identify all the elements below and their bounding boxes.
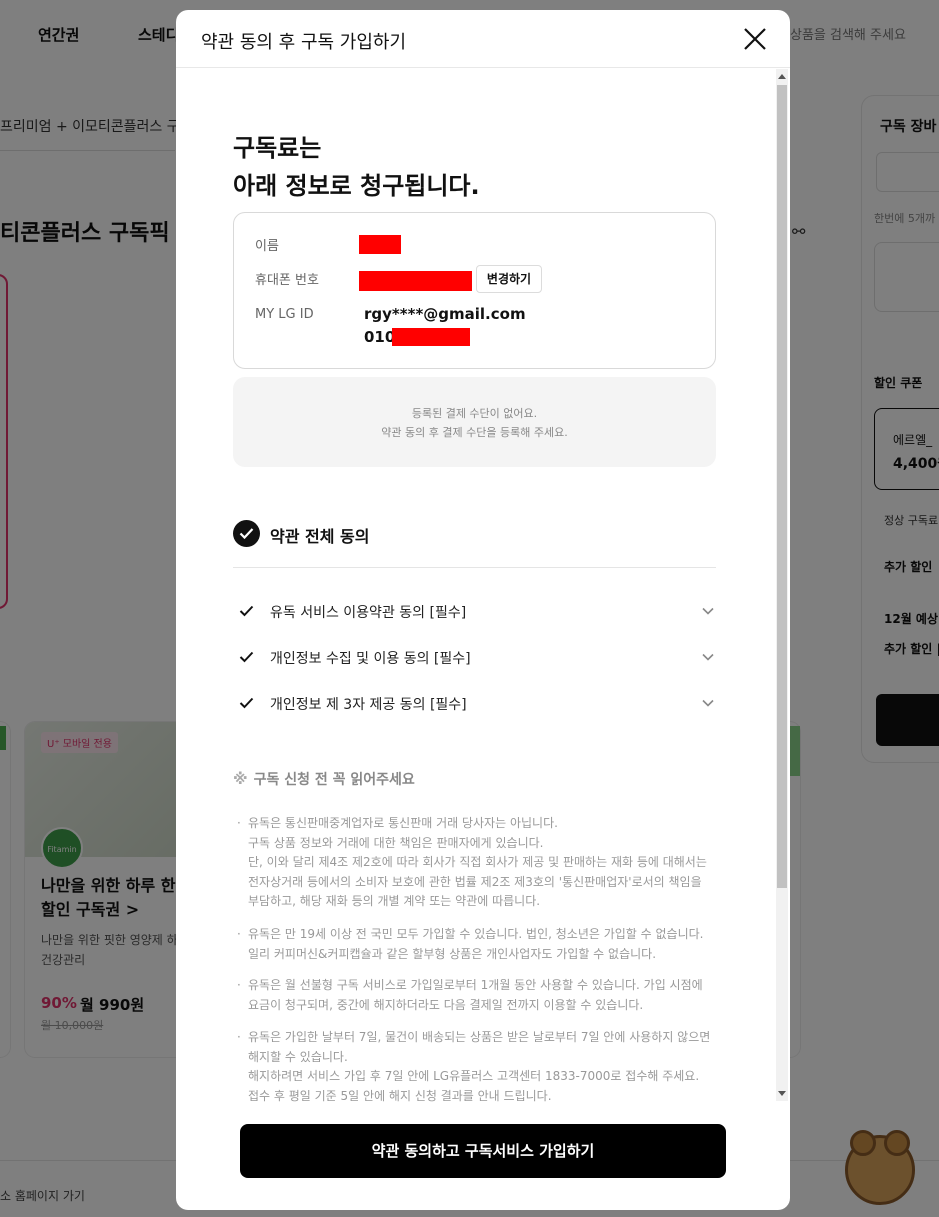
notice-line: 요금이 청구되며, 중간에 해지하더라도 다음 결제일 전까지 이용할 수 있습… — [248, 997, 644, 1012]
payment-notice-line-2: 약관 동의 후 결제 수단을 등록해 주세요. — [381, 426, 568, 439]
notice-line: 해지할 수 있습니다. — [248, 1049, 348, 1064]
bullet: · — [237, 927, 241, 941]
modal-title: 약관 동의 후 구독 가입하기 — [201, 32, 407, 53]
notice-line: 유독은 월 선불형 구독 서비스로 가입일로부터 1개월 동안 사용할 수 있습… — [248, 978, 703, 992]
payment-notice-line-1: 등록된 결제 수단이 없어요. — [411, 407, 538, 420]
notice-line: 유독은 만 19세 이상 전 국민 모두 가입할 수 있습니다. 법인, 청소년… — [248, 927, 704, 941]
notice-item: · 유독은 월 선불형 구독 서비스로 가입일로부터 1개월 동안 사용할 수 … — [237, 976, 727, 1015]
terms-label: 개인정보 수집 및 이용 동의 [필수] — [270, 651, 471, 667]
lgid-email: rgy****@gmail.com — [364, 305, 526, 323]
notice-line: 접수 후 평일 기준 5일 안에 해지 신청 결과를 안내 드립니다. — [248, 1088, 552, 1103]
name-label: 이름 — [255, 239, 279, 254]
subscription-terms-modal: 약관 동의 후 구독 가입하기 구독료는 아래 정보로 청구됩니다. 이름 휴대… — [176, 10, 790, 1210]
terms-item-privacy[interactable]: 개인정보 수집 및 이용 동의 [필수] — [233, 643, 716, 673]
notice-item: · 유독은 가입한 날부터 7일, 물건이 배송되는 상품은 받은 날로부터 7… — [237, 1028, 727, 1106]
redacted-name — [359, 235, 401, 254]
chevron-down-icon[interactable] — [702, 699, 714, 707]
terms-item-third-party[interactable]: 개인정보 제 3자 제공 동의 [필수] — [233, 689, 716, 719]
terms-label: 개인정보 제 3자 제공 동의 [필수] — [270, 697, 467, 713]
headline-line-2: 아래 정보로 청구됩니다. — [233, 172, 480, 200]
notice-item: · 유독은 통신판매중계업자로 통신판매 거래 당사자는 아닙니다. 구독 상품… — [237, 814, 727, 912]
scroll-down-icon[interactable] — [778, 1091, 786, 1096]
notice-item: · 유독은 만 19세 이상 전 국민 모두 가입할 수 있습니다. 법인, 청… — [237, 925, 727, 964]
billing-info-box: 이름 휴대폰 번호 변경하기 MY LG ID rgy****@gmail.co… — [233, 212, 716, 369]
bullet: · — [237, 978, 241, 992]
bullet: · — [237, 1030, 241, 1044]
close-icon[interactable] — [742, 26, 768, 52]
chevron-down-icon[interactable] — [702, 653, 714, 661]
modal-scrollbar[interactable] — [776, 69, 788, 1101]
divider — [233, 567, 716, 568]
notice-line: 해지하려면 서비스 가입 후 7일 안에 LG유플러스 고객센터 1833-70… — [248, 1069, 700, 1083]
notice-line: 일리 커피머신&커피캡슐과 같은 할부형 상품은 개인사업자도 가입할 수 없습… — [248, 946, 657, 961]
check-icon — [239, 605, 254, 617]
notice-line: 유독은 가입한 날부터 7일, 물건이 배송되는 상품은 받은 날로부터 7일 … — [248, 1030, 711, 1044]
modal-body: 구독료는 아래 정보로 청구됩니다. 이름 휴대폰 번호 변경하기 MY LG … — [176, 69, 790, 1109]
payment-method-notice: 등록된 결제 수단이 없어요. 약관 동의 후 결제 수단을 등록해 주세요. — [233, 377, 716, 467]
terms-label: 유독 서비스 이용약관 동의 [필수] — [270, 605, 467, 621]
lgid-phone-prefix: 010 — [364, 328, 396, 346]
notice-line: 단, 이와 달리 제4조 제2호에 따라 회사가 직접 회사가 제공 및 판매하… — [248, 855, 707, 869]
check-icon — [239, 651, 254, 663]
scroll-up-icon[interactable] — [778, 74, 786, 79]
agree-and-subscribe-button[interactable]: 약관 동의하고 구독서비스 가입하기 — [240, 1124, 726, 1178]
scroll-thumb[interactable] — [777, 85, 787, 888]
notice-line: 유독은 통신판매중계업자로 통신판매 거래 당사자는 아닙니다. — [248, 816, 558, 830]
notice-line: 전자상거래 등에서의 소비자 보호에 관한 법률 제2조 제3호의 '통신판매업… — [248, 874, 702, 889]
redacted-lgid-phone — [392, 328, 470, 346]
chevron-down-icon[interactable] — [702, 607, 714, 615]
notice-line: 부담하고, 해당 재화 등의 개별 계약 또는 약관에 따릅니다. — [248, 894, 541, 908]
checked-circle-icon — [233, 520, 260, 547]
notice-line: 구독 상품 정보와 거래에 대한 책임은 판매자에게 있습니다. — [248, 835, 544, 850]
billing-headline: 구독료는 아래 정보로 청구됩니다. — [233, 129, 480, 205]
bullet: · — [237, 816, 241, 830]
lgid-label: MY LG ID — [255, 307, 314, 322]
headline-line-1: 구독료는 — [233, 134, 322, 162]
modal-header: 약관 동의 후 구독 가입하기 — [176, 10, 790, 68]
terms-item-service[interactable]: 유독 서비스 이용약관 동의 [필수] — [233, 597, 716, 627]
change-phone-button[interactable]: 변경하기 — [476, 265, 542, 293]
agree-all-label: 약관 전체 동의 — [270, 527, 370, 546]
phone-label: 휴대폰 번호 — [255, 273, 319, 288]
reference-mark-icon: ※ — [233, 770, 248, 788]
notice-title: ※ 구독 신청 전 꼭 읽어주세요 — [233, 769, 415, 789]
check-icon — [239, 697, 254, 709]
redacted-phone — [359, 271, 472, 291]
notice-title-text: 구독 신청 전 꼭 읽어주세요 — [253, 772, 415, 788]
